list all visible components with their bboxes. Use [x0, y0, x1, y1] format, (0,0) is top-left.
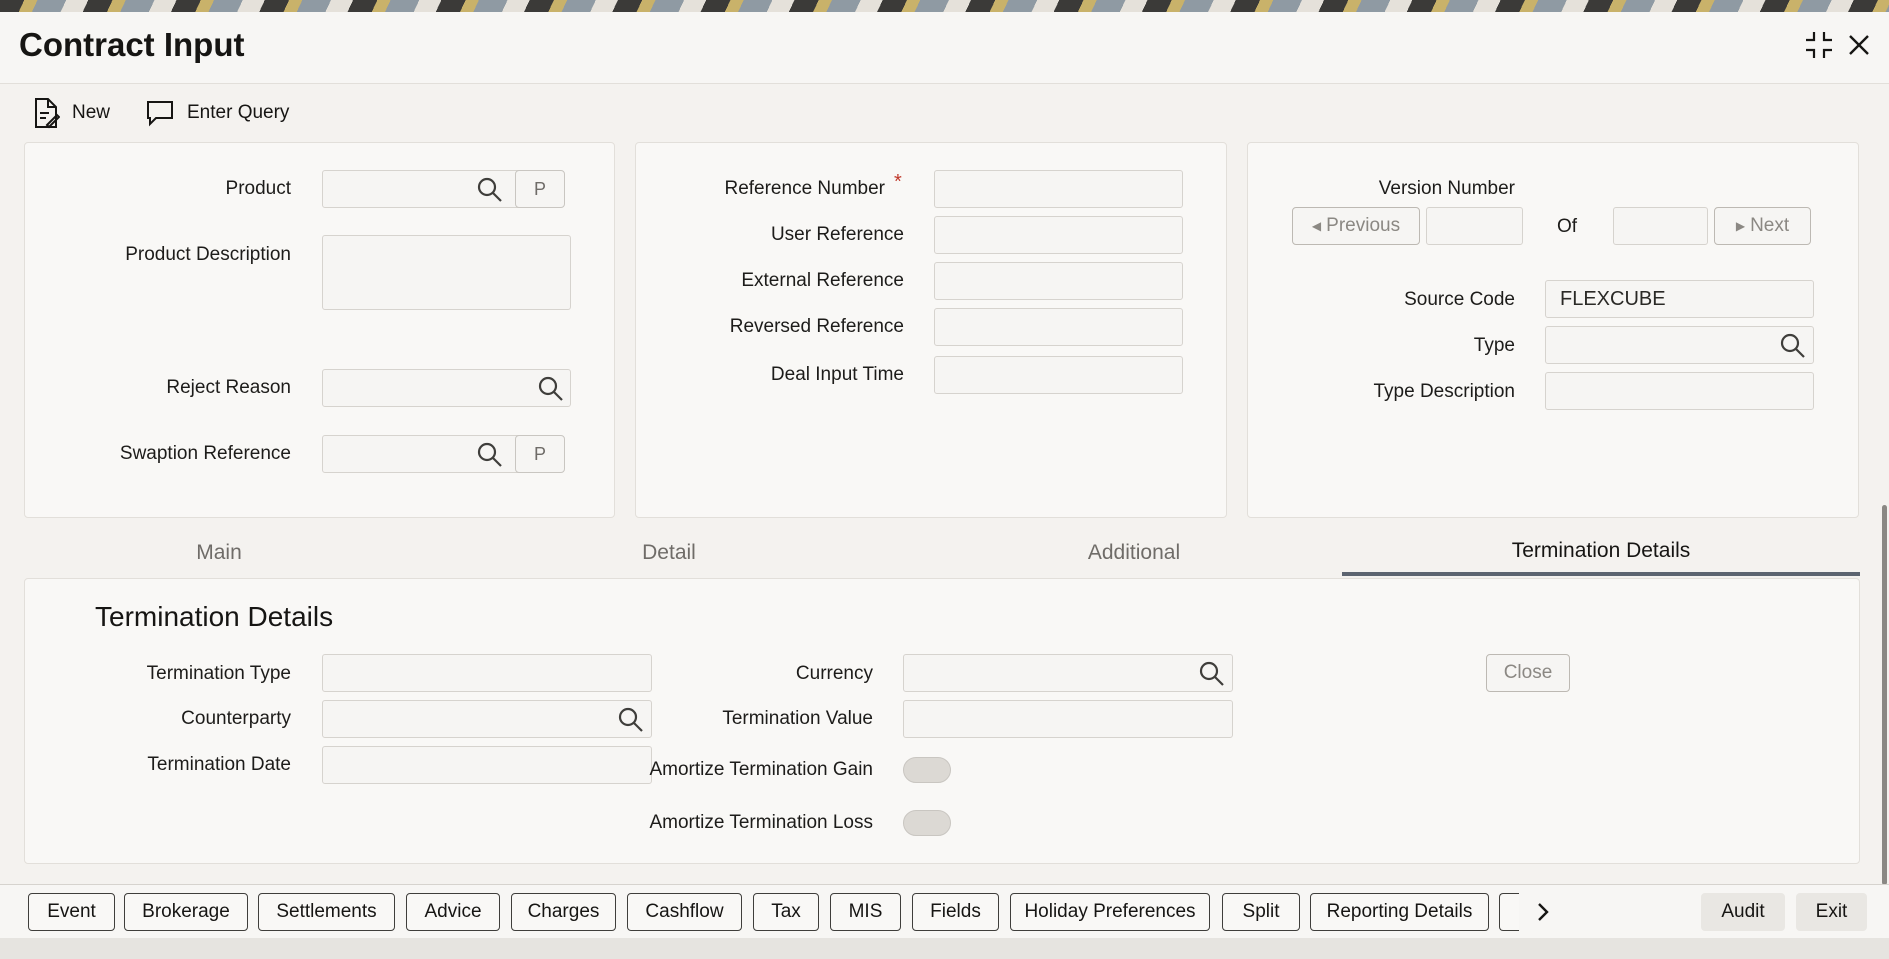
product-description-label: Product Description	[125, 244, 291, 265]
external-reference-input[interactable]	[934, 262, 1183, 300]
termination-value-label: Termination Value	[722, 708, 873, 729]
fields-button[interactable]: Fields	[912, 893, 999, 931]
event-button[interactable]: Event	[28, 893, 115, 931]
new-button-label: New	[72, 102, 111, 123]
amortize-loss-label: Amortize Termination Loss	[649, 812, 873, 833]
reject-reason-label: Reject Reason	[166, 377, 291, 398]
reversed-reference-label: Reversed Reference	[729, 316, 904, 337]
product-label: Product	[225, 178, 291, 199]
previous-label: Previous	[1326, 215, 1401, 236]
version-total-input[interactable]	[1613, 207, 1708, 245]
audit-button[interactable]: Audit	[1701, 893, 1785, 931]
next-button[interactable]: ▶ Next	[1714, 207, 1811, 245]
cashflow-button[interactable]: Cashflow	[627, 893, 742, 931]
termination-date-label: Termination Date	[147, 754, 291, 775]
page-title: Contract Input	[19, 26, 245, 63]
counterparty-label: Counterparty	[181, 708, 291, 729]
product-description-field[interactable]	[322, 235, 571, 310]
caret-right-icon: ▶	[1735, 219, 1746, 233]
next-label: Next	[1750, 215, 1790, 236]
termination-details-panel: Termination Details Termination Type Cou…	[24, 578, 1860, 864]
currency-label: Currency	[795, 663, 873, 684]
tab-additional[interactable]: Additional	[904, 530, 1364, 576]
enter-query-button[interactable]: Enter Query	[145, 96, 289, 130]
type-search-icon[interactable]	[1778, 331, 1808, 361]
currency-input[interactable]	[903, 654, 1233, 692]
type-label: Type	[1473, 335, 1515, 356]
currency-search-icon[interactable]	[1197, 659, 1227, 689]
product-p-button[interactable]: P	[515, 170, 565, 208]
chat-bubble-icon	[147, 101, 173, 127]
close-button[interactable]: Close	[1486, 654, 1570, 692]
amortize-loss-toggle[interactable]	[903, 810, 951, 836]
previous-button[interactable]: ◀ Previous	[1292, 207, 1420, 245]
settlements-button[interactable]: Settlements	[258, 893, 395, 931]
type-description-label: Type Description	[1373, 381, 1515, 402]
source-code-label: Source Code	[1404, 289, 1515, 310]
source-code-input[interactable]	[1545, 280, 1814, 318]
advice-button[interactable]: Advice	[406, 893, 500, 931]
header-banner-strip	[0, 0, 1889, 12]
user-reference-label: User Reference	[770, 224, 904, 245]
of-label: Of	[1557, 216, 1578, 237]
termination-value-input[interactable]	[903, 700, 1233, 738]
product-panel: Product P Product Description Reject Rea…	[24, 142, 615, 518]
mis-button[interactable]: MIS	[830, 893, 901, 931]
close-window-icon[interactable]	[1842, 28, 1876, 62]
reference-number-input[interactable]	[934, 170, 1183, 208]
charges-button[interactable]: Charges	[511, 893, 616, 931]
reversed-reference-input[interactable]	[934, 308, 1183, 346]
swaption-reference-label: Swaption Reference	[119, 443, 291, 464]
reject-reason-input[interactable]	[322, 369, 571, 407]
amortize-gain-toggle[interactable]	[903, 757, 951, 783]
type-input[interactable]	[1545, 326, 1814, 364]
restore-window-icon[interactable]	[1802, 28, 1836, 62]
split-button[interactable]: Split	[1222, 893, 1300, 931]
tax-button[interactable]: Tax	[753, 893, 819, 931]
user-reference-input[interactable]	[934, 216, 1183, 254]
tab-bar: Main Detail Additional Termination Detai…	[24, 530, 1860, 576]
vertical-scrollbar[interactable]	[1882, 505, 1887, 885]
enter-query-label: Enter Query	[187, 102, 290, 123]
reference-number-label: Reference Number	[724, 178, 885, 199]
amortize-gain-label: Amortize Termination Gain	[649, 759, 873, 780]
swaption-search-icon[interactable]	[475, 440, 505, 470]
tab-main[interactable]: Main	[24, 530, 414, 576]
version-current-input[interactable]	[1426, 207, 1523, 245]
reporting-details-button[interactable]: Reporting Details	[1310, 893, 1489, 931]
brokerage-button[interactable]: Brokerage	[124, 893, 248, 931]
new-button[interactable]: New	[32, 96, 110, 130]
version-panel: Version Number ◀ Previous Of ▶ Next Source…	[1247, 142, 1859, 518]
reject-reason-search-icon[interactable]	[536, 374, 566, 404]
holiday-preferences-button[interactable]: Holiday Preferences	[1010, 893, 1210, 931]
exit-button[interactable]: Exit	[1796, 893, 1867, 931]
required-marker: *	[894, 171, 902, 193]
scroll-right-chevron-icon[interactable]	[1528, 893, 1558, 931]
status-band	[0, 938, 1889, 959]
tab-detail[interactable]: Detail	[454, 530, 884, 576]
overflow-button-partial[interactable]	[1499, 893, 1519, 931]
deal-input-time-input[interactable]	[934, 356, 1183, 394]
reference-panel: Reference Number * User Reference Extern…	[635, 142, 1227, 518]
type-description-input[interactable]	[1545, 372, 1814, 410]
caret-left-icon: ◀	[1311, 219, 1322, 233]
termination-type-label: Termination Type	[146, 663, 291, 684]
footer-toolbar: Event Brokerage Settlements Advice Charg…	[0, 884, 1889, 938]
deal-input-time-label: Deal Input Time	[770, 364, 904, 385]
external-reference-label: External Reference	[741, 270, 904, 291]
toolbar: New Enter Query	[0, 90, 800, 136]
tab-termination-details[interactable]: Termination Details	[1342, 530, 1860, 576]
new-document-icon	[35, 98, 60, 129]
section-title: Termination Details	[95, 601, 334, 632]
swaption-p-button[interactable]: P	[515, 435, 565, 473]
window-header: Contract Input	[0, 12, 1889, 84]
product-search-icon[interactable]	[475, 175, 505, 205]
version-number-label: Version Number	[1378, 178, 1515, 199]
